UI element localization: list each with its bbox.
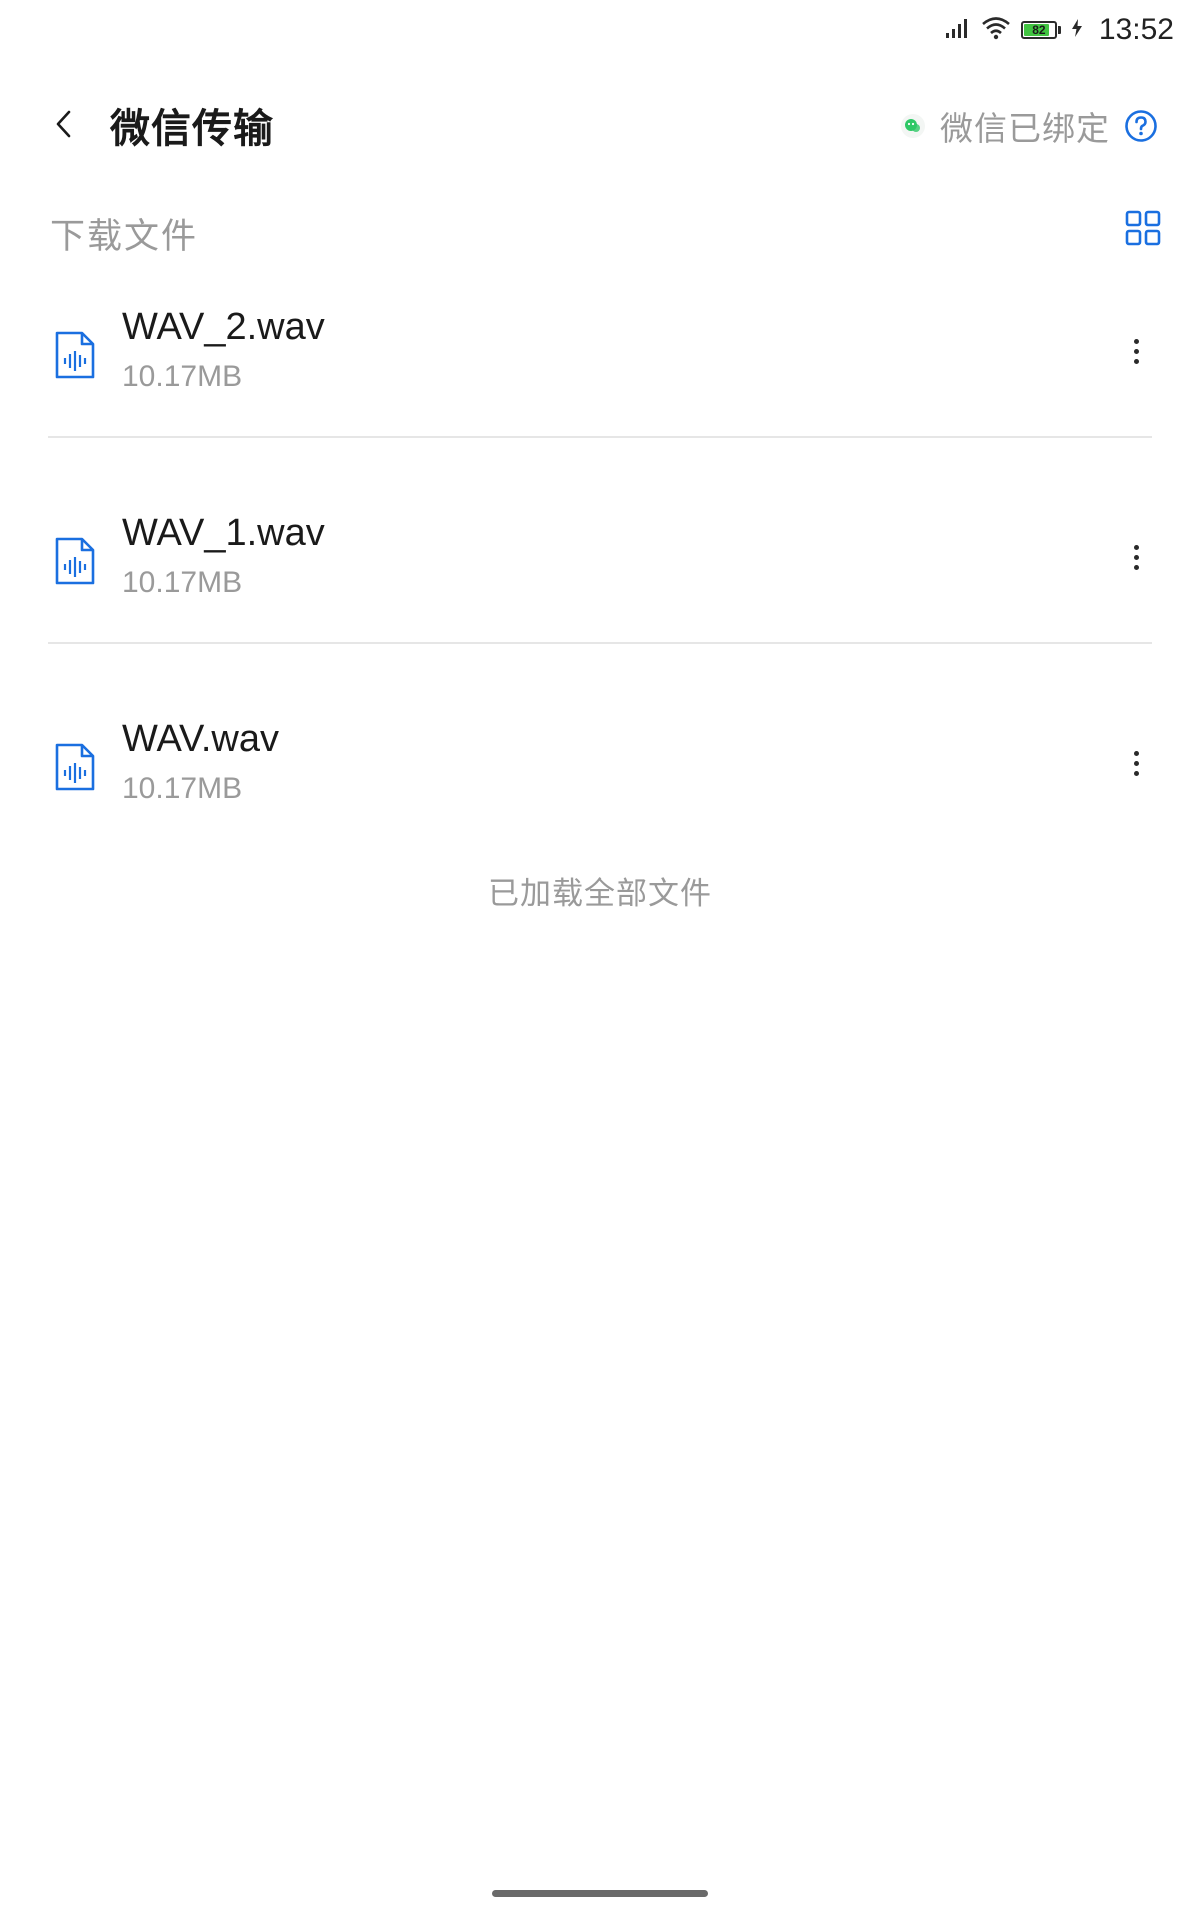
chevron-left-icon	[56, 110, 71, 138]
home-indicator[interactable]	[492, 1890, 708, 1897]
more-dot	[1133, 770, 1139, 776]
charging-icon	[1071, 18, 1083, 42]
file-size: 10.17MB	[122, 566, 243, 599]
app-header: 微信传输 微信已绑定	[0, 90, 1200, 160]
file-name: WAV_1.wav	[122, 512, 325, 554]
back-button[interactable]	[44, 104, 84, 144]
more-dot	[1133, 564, 1139, 570]
more-dot	[1133, 348, 1139, 354]
row-divider	[48, 436, 1152, 438]
more-dot	[1133, 554, 1139, 560]
section-title: 下载文件	[50, 217, 199, 257]
more-dot	[1133, 338, 1139, 344]
file-size: 10.17MB	[122, 772, 243, 805]
battery-cap	[1057, 26, 1061, 34]
row-divider	[48, 642, 1152, 644]
more-options-button[interactable]	[1116, 326, 1156, 376]
audio-file-icon	[55, 331, 95, 379]
question-circle-icon[interactable]	[1124, 109, 1158, 143]
battery-body: 82	[1020, 21, 1057, 39]
status-time: 13:52	[1098, 13, 1174, 46]
file-size: 10.17MB	[122, 360, 243, 393]
audio-file-icon	[55, 537, 95, 585]
battery-icon: 82	[1020, 21, 1061, 39]
file-row[interactable]: WAV.wav 10.17MB	[0, 702, 1200, 842]
file-name: WAV.wav	[122, 718, 279, 760]
signal-icon	[945, 17, 971, 43]
loaded-all-text: 已加载全部文件	[488, 876, 712, 912]
more-options-button[interactable]	[1116, 738, 1156, 788]
grid-view-icon[interactable]	[1124, 209, 1162, 247]
file-row[interactable]: WAV_2.wav 10.17MB	[0, 290, 1200, 430]
battery-level: 82	[1032, 23, 1046, 37]
wechat-bind-status: 微信已绑定	[900, 102, 1158, 150]
wifi-icon	[981, 16, 1011, 44]
more-dot	[1133, 544, 1139, 550]
file-row[interactable]: WAV_1.wav 10.17MB	[0, 496, 1200, 636]
audio-file-icon	[55, 743, 95, 791]
page-title: 微信传输	[110, 106, 274, 152]
screen: 82 13:52 微信传输 微信已绑定 下载文件 WAV_2.wav 10.17…	[0, 0, 1200, 1920]
wechat-icon	[901, 114, 925, 138]
bind-status-text: 微信已绑定	[940, 109, 1110, 148]
file-name: WAV_2.wav	[122, 306, 325, 348]
status-icons: 82 13:52	[945, 10, 1174, 50]
more-dot	[1133, 750, 1139, 756]
more-dot	[1133, 760, 1139, 766]
status-bar: 82 13:52	[0, 0, 1200, 62]
more-options-button[interactable]	[1116, 532, 1156, 582]
more-dot	[1133, 358, 1139, 364]
